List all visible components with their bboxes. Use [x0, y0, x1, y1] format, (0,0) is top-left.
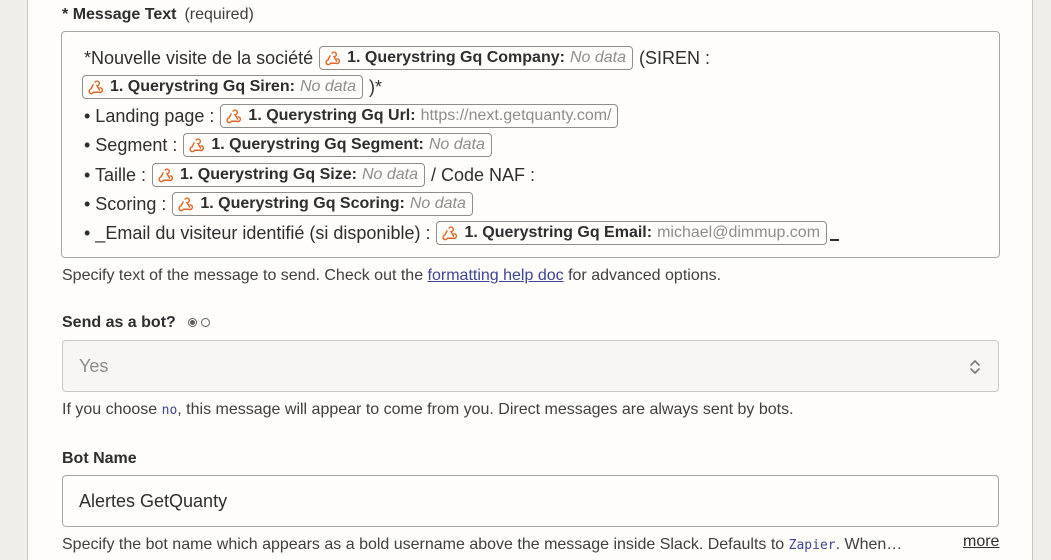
- pill-key: 1. Querystring Gq Size:: [180, 166, 357, 183]
- field-label: Message Text: [72, 6, 177, 23]
- message-line: • Landing page :1. Querystring Gq Url: ht…: [80, 103, 620, 129]
- message-line: • Taille : 1. Querystring Gq Size: No data…: [80, 162, 539, 188]
- pill-value: https://next.getquanty.com/: [420, 107, 612, 124]
- message-line: *Nouvelle visite de la société 1. Queryst…: [80, 45, 714, 71]
- pill-value: michael@dimmup.com: [657, 224, 821, 241]
- field-label: Bot Name: [62, 450, 137, 467]
- message-text-segment: • _Email du visiteur identifié (si dispo…: [84, 222, 431, 243]
- mapped-field-pill[interactable]: 1. Querystring Gq Email: michael@dimmup.c…: [436, 221, 828, 245]
- mapped-field-pill[interactable]: 1. Querystring Gq Url: https://next.getqu…: [220, 104, 619, 128]
- message-text-editor[interactable]: *Nouvelle visite de la société 1. Queryst…: [61, 31, 1000, 258]
- message-line: • Segment :1. Querystring Gq Segment: No …: [80, 132, 494, 158]
- help-text: Specify text of the message to send. Che…: [62, 267, 428, 284]
- formatting-help-link[interactable]: formatting help doc: [428, 267, 564, 284]
- pill-key: 1. Querystring Gq Url:: [248, 107, 416, 124]
- pill-value: No data: [428, 136, 485, 153]
- chevron-updown-icon: [970, 360, 980, 374]
- pill-key: 1. Querystring Gq Company:: [347, 49, 565, 66]
- message-text-segment: / Code NAF :: [430, 164, 536, 185]
- mapped-field-pill[interactable]: 1. Querystring Gq Size: No data: [152, 163, 425, 187]
- pill-key: 1. Querystring Gq Segment:: [211, 136, 424, 153]
- bot-name-input[interactable]: Alertes GetQuanty: [62, 475, 999, 527]
- message-text-segment: • Landing page :: [84, 105, 215, 126]
- pill-key: 1. Querystring Gq Email:: [464, 224, 653, 241]
- webhook-icon: [158, 168, 174, 183]
- text-cursor: [830, 225, 840, 241]
- more-link[interactable]: more: [963, 533, 999, 551]
- send-as-bot-help: If you choose no, this message will appe…: [62, 401, 794, 419]
- message-line: • _Email du visiteur identifié (si dispo…: [80, 220, 840, 246]
- message-text-segment: • Taille :: [84, 164, 146, 185]
- pill-key: 1. Querystring Gq Scoring:: [200, 195, 405, 212]
- required-text: (required): [184, 6, 254, 23]
- help-text-end: , this message will appear to come from …: [177, 401, 794, 418]
- select-value: Yes: [79, 356, 109, 376]
- bot-name-help: Specify the bot name which appears as a …: [62, 536, 902, 554]
- message-line: 1. Querystring Gq Siren: No data)*: [80, 74, 386, 100]
- webhook-icon: [442, 226, 458, 241]
- required-marker: *: [62, 6, 69, 23]
- mapped-field-pill[interactable]: 1. Querystring Gq Scoring: No data: [172, 192, 473, 216]
- help-text: Specify the bot name which appears as a …: [62, 536, 789, 553]
- webhook-icon: [226, 109, 242, 124]
- input-mode-toggle[interactable]: [188, 318, 214, 328]
- message-text-segment: )*: [368, 76, 382, 97]
- radio-dropdown-mode[interactable]: [188, 318, 198, 328]
- form-panel: * Message Text (required) *Nouvelle visit…: [27, 0, 1033, 560]
- input-value: Alertes GetQuanty: [79, 491, 228, 511]
- pill-value: No data: [361, 166, 418, 183]
- message-text-segment: • Segment :: [84, 134, 178, 155]
- pill-value: No data: [299, 78, 356, 95]
- help-code: no: [161, 403, 178, 418]
- send-as-bot-select[interactable]: Yes: [62, 340, 999, 392]
- mapped-field-pill[interactable]: 1. Querystring Gq Company: No data: [319, 46, 633, 70]
- help-text: If you choose: [62, 401, 162, 418]
- help-code: Zapier: [788, 538, 836, 553]
- help-text-end: . When…: [835, 536, 903, 553]
- message-line: • Scoring :1. Querystring Gq Scoring: No …: [80, 191, 475, 217]
- pill-value: No data: [569, 49, 626, 66]
- send-as-bot-label: Send as a bot?: [62, 314, 214, 332]
- radio-custom-mode[interactable]: [201, 318, 211, 328]
- webhook-icon: [88, 80, 104, 95]
- mapped-field-pill[interactable]: 1. Querystring Gq Siren: No data: [82, 75, 363, 99]
- message-text-segment: *Nouvelle visite de la société: [84, 47, 314, 68]
- webhook-icon: [189, 138, 205, 153]
- bot-name-label: Bot Name: [62, 450, 137, 468]
- pill-key: 1. Querystring Gq Siren:: [110, 78, 295, 95]
- field-label: Send as a bot?: [62, 314, 176, 331]
- mapped-field-pill[interactable]: 1. Querystring Gq Segment: No data: [183, 133, 492, 157]
- message-text-help: Specify text of the message to send. Che…: [62, 267, 721, 285]
- pill-value: No data: [409, 195, 466, 212]
- message-text-label: * Message Text (required): [62, 6, 254, 24]
- message-text-segment: • Scoring :: [84, 193, 167, 214]
- help-text-end: for advanced options.: [563, 267, 722, 284]
- message-text-segment: (SIREN :: [638, 47, 710, 68]
- webhook-icon: [325, 51, 341, 66]
- webhook-icon: [178, 197, 194, 212]
